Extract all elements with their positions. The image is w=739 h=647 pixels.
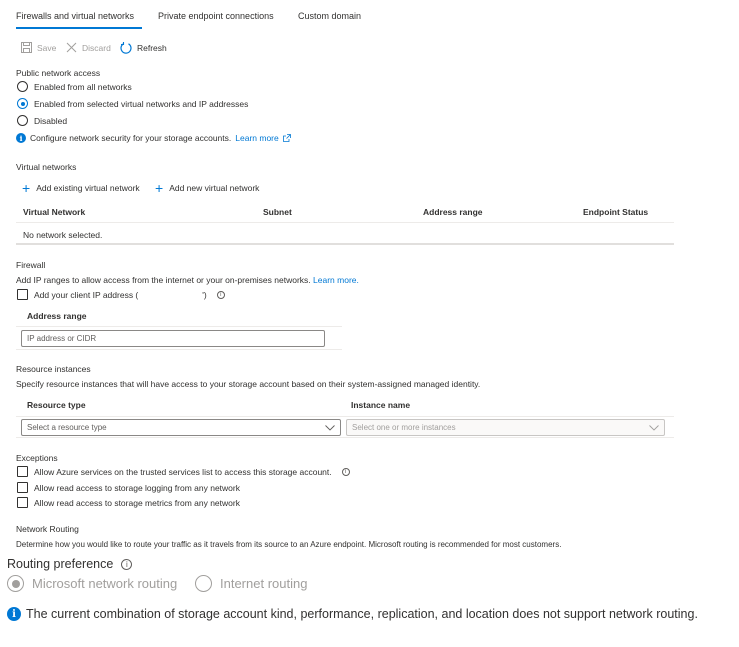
plus-icon: + [22,180,31,196]
checkbox-box [17,289,28,300]
instance-name-placeholder: Select one or more instances [352,423,456,432]
network-security-info: i Configure network security for your st… [16,133,292,143]
external-link-icon [283,134,292,142]
exception-storage-logging-checkbox[interactable]: Allow read access to storage logging fro… [17,482,240,493]
tab-custom-domain[interactable]: Custom domain [298,11,361,21]
exception-storage-metrics-checkbox[interactable]: Allow read access to storage metrics fro… [17,497,240,508]
chevron-down-icon [649,424,659,431]
tab-firewalls-and-virtual-networks[interactable]: Firewalls and virtual networks [16,11,134,21]
discard-button[interactable]: Discard [66,42,111,53]
checkbox-box [17,482,28,493]
checkbox-box [17,466,28,477]
save-button[interactable]: Save [21,42,56,53]
ip-address-placeholder: IP address or CIDR [27,334,97,343]
network-routing-description: Determine how you would like to route yo… [16,540,562,549]
chevron-down-icon [325,424,335,431]
firewall-label: Firewall [16,260,46,270]
network-routing-label: Network Routing [16,524,79,534]
table-empty-row: No network selected. [23,230,103,240]
radio-circle [195,575,212,592]
tab-private-endpoint-connections[interactable]: Private endpoint connections [158,11,274,21]
firewall-description: Add IP ranges to allow access from the i… [16,275,359,285]
radio-microsoft-network-routing[interactable]: Microsoft network routing [7,575,177,592]
add-existing-label: Add existing virtual network [36,183,140,193]
checkbox-label: Allow read access to storage logging fro… [34,482,240,493]
radio-label: Disabled [34,115,68,126]
instance-name-dropdown[interactable]: Select one or more instances [346,419,665,436]
resource-instances-description: Specify resource instances that will hav… [16,379,481,389]
radio-label: Microsoft network routing [32,576,178,591]
radio-disabled[interactable]: Disabled [17,115,67,126]
plus-icon: + [155,180,164,196]
info-icon[interactable]: i [121,558,133,570]
add-new-label: Add new virtual network [169,183,260,193]
routing-not-supported-notice: i The current combination of storage acc… [7,607,698,621]
column-header-subnet[interactable]: Subnet [263,207,292,217]
refresh-button[interactable]: Refresh [120,42,167,54]
exception-trusted-services-checkbox[interactable]: Allow Azure services on the trusted serv… [17,466,350,477]
save-icon [21,42,32,53]
notice-text: The current combination of storage accou… [26,607,698,621]
active-tab-indicator [16,27,142,29]
table-divider [16,222,674,223]
discard-icon [66,42,77,53]
refresh-icon [120,42,132,54]
radio-internet-routing[interactable]: Internet routing [195,575,307,592]
radio-enabled-selected-networks[interactable]: Enabled from selected virtual networks a… [17,98,248,109]
table-divider [16,416,674,417]
add-existing-virtual-network-button[interactable]: + Add existing virtual network [22,180,140,196]
routing-preference-label: Routing preference i [7,557,133,571]
radio-label: Enabled from selected virtual networks a… [34,98,249,109]
discard-label: Discard [82,42,111,53]
radio-enabled-all-networks[interactable]: Enabled from all networks [17,81,132,92]
column-header-instance-name: Instance name [351,400,411,410]
radio-circle-checked [17,98,28,109]
add-new-virtual-network-button[interactable]: + Add new virtual network [155,180,260,196]
address-range-header: Address range [27,311,87,321]
table-divider [16,243,674,245]
virtual-networks-label: Virtual networks [16,162,77,172]
radio-label: Enabled from all networks [34,81,132,92]
info-icon[interactable]: i [216,290,225,299]
column-header-virtual-network[interactable]: Virtual Network [23,207,85,217]
public-network-access-label: Public network access [16,68,101,78]
table-divider [16,437,674,438]
column-header-resource-type: Resource type [27,400,86,410]
info-icon[interactable]: i [341,467,350,476]
add-client-ip-checkbox[interactable]: Add your client IP address ( ') i [17,289,225,300]
table-divider [16,349,342,350]
learn-more-link[interactable]: Learn more [235,133,292,143]
save-label: Save [37,42,57,53]
info-icon: i [16,133,26,143]
resource-type-dropdown[interactable]: Select a resource type [21,419,341,436]
checkbox-label: Allow read access to storage metrics fro… [34,497,240,508]
radio-circle-checked [7,575,24,592]
client-ip-suffix: ') [202,289,207,300]
info-text: Configure network security for your stor… [30,133,232,143]
firewall-learn-more-link[interactable]: Learn more. [313,275,359,285]
checkbox-box [17,497,28,508]
column-header-endpoint-status[interactable]: Endpoint Status [583,207,648,217]
exceptions-label: Exceptions [16,453,58,463]
refresh-label: Refresh [137,43,167,53]
radio-circle [17,115,28,126]
radio-label: Internet routing [220,576,308,591]
table-divider [16,326,342,327]
column-header-address-range[interactable]: Address range [423,207,483,217]
info-icon: i [7,607,21,621]
client-ip-label: Add your client IP address ( [34,289,139,300]
ip-address-input[interactable]: IP address or CIDR [21,330,325,347]
radio-circle [17,81,28,92]
resource-type-placeholder: Select a resource type [27,423,107,432]
checkbox-label: Allow Azure services on the trusted serv… [34,466,332,477]
resource-instances-label: Resource instances [16,364,91,374]
